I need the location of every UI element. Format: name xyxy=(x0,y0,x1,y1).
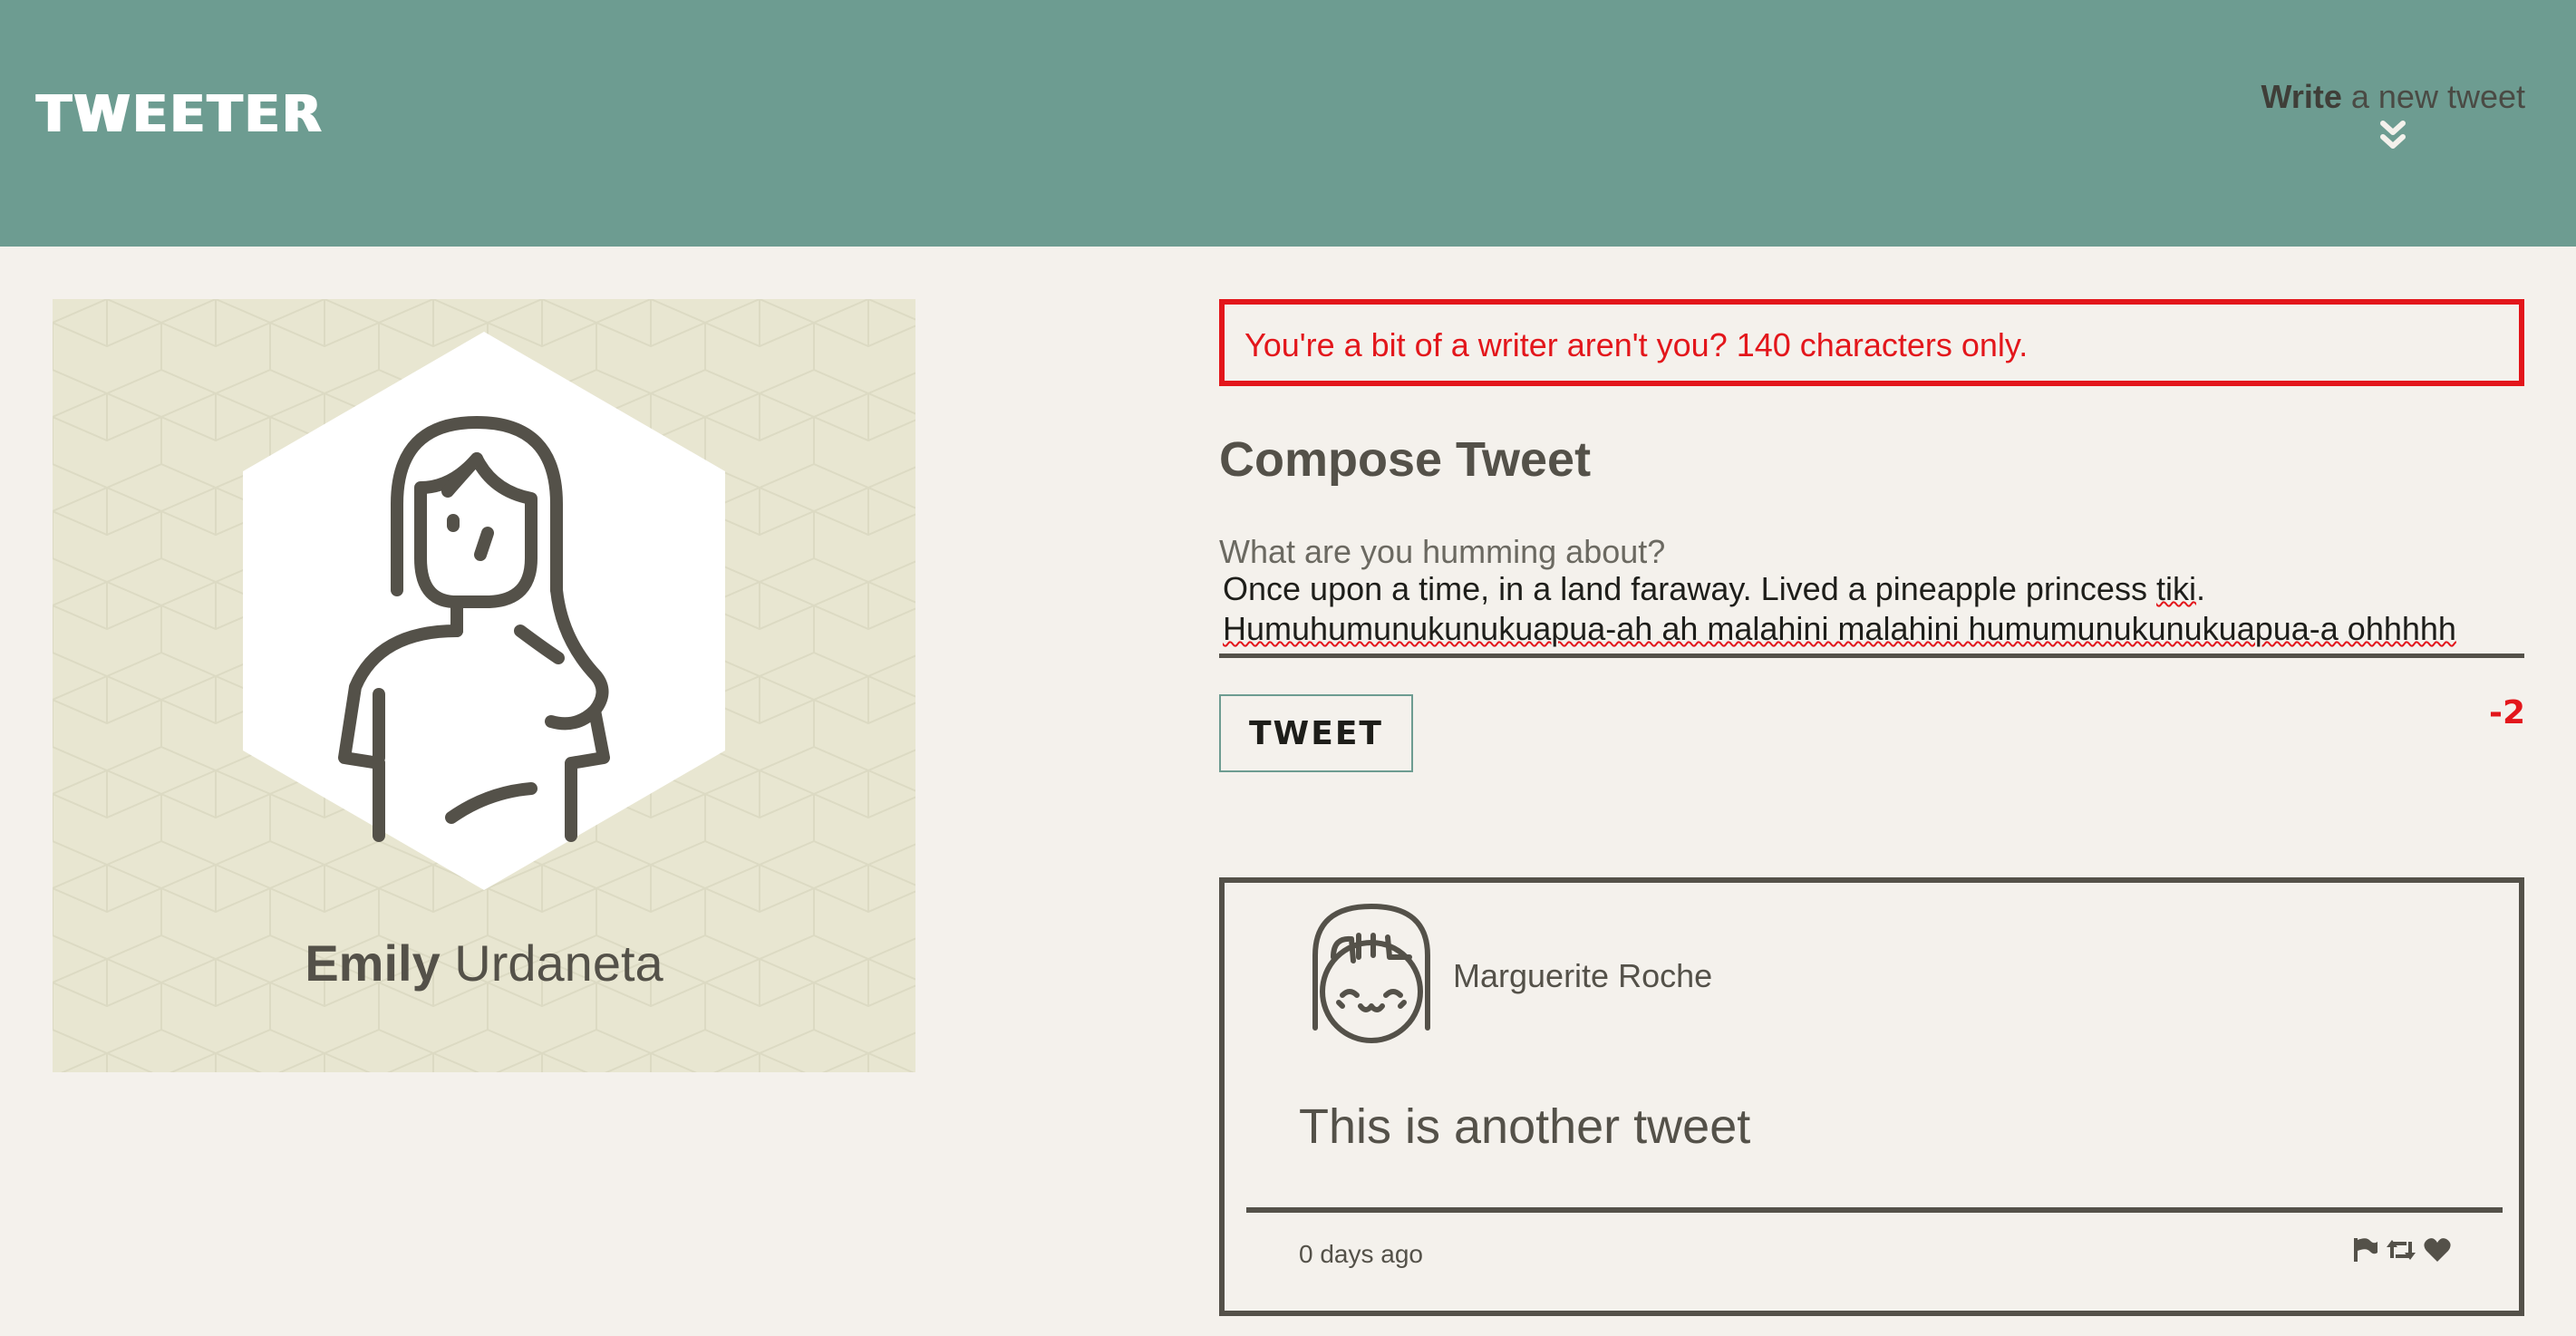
character-counter: -2 xyxy=(2489,694,2525,731)
profile-first-name: Emily xyxy=(305,934,441,992)
write-new-tweet-link[interactable]: Write a new tweet xyxy=(2261,78,2525,150)
tweet-actions xyxy=(2352,1236,2452,1268)
tweet-content: This is another tweet xyxy=(1299,1099,1751,1154)
brand-logo[interactable]: TWEETER xyxy=(36,85,324,144)
top-nav: TWEETER Write a new tweet xyxy=(0,0,2576,247)
tweet-button[interactable]: TWEET xyxy=(1219,694,1413,772)
tweet-textarea[interactable]: Once upon a time, in a land faraway. Liv… xyxy=(1219,567,2524,658)
write-link-bold: Write xyxy=(2261,78,2342,115)
tweet-card: Marguerite Roche This is another tweet 0… xyxy=(1219,877,2524,1316)
error-message: You're a bit of a writer aren't you? 140… xyxy=(1219,299,2524,386)
girl-avatar-icon xyxy=(1312,904,1430,1043)
tweet-text-line-1: Once upon a time, in a land faraway. Liv… xyxy=(1223,570,2205,607)
tweet-divider xyxy=(1246,1207,2503,1213)
heart-icon[interactable] xyxy=(2423,1236,2452,1268)
flag-icon[interactable] xyxy=(2352,1236,2379,1268)
retweet-icon[interactable] xyxy=(2385,1236,2417,1268)
compose-title: Compose Tweet xyxy=(1219,432,1592,487)
write-link-text: a new tweet xyxy=(2341,78,2525,115)
profile-name: Emily Urdaneta xyxy=(53,934,915,992)
compose-placeholder-label: What are you humming about? xyxy=(1219,533,1666,570)
profile-card: Emily Urdaneta xyxy=(53,299,915,1072)
tweet-author-avatar[interactable] xyxy=(1306,901,1437,1046)
profile-last-name: Urdaneta xyxy=(440,934,663,992)
tweet-author-name: Marguerite Roche xyxy=(1453,957,1713,994)
tweet-timestamp: 0 days ago xyxy=(1299,1240,1423,1268)
double-chevron-down-icon[interactable] xyxy=(2379,120,2407,150)
tweet-text-line-2: Humuhumunukunukuapua-ah ah malahini mala… xyxy=(1223,610,2456,647)
profile-avatar[interactable] xyxy=(243,332,725,890)
